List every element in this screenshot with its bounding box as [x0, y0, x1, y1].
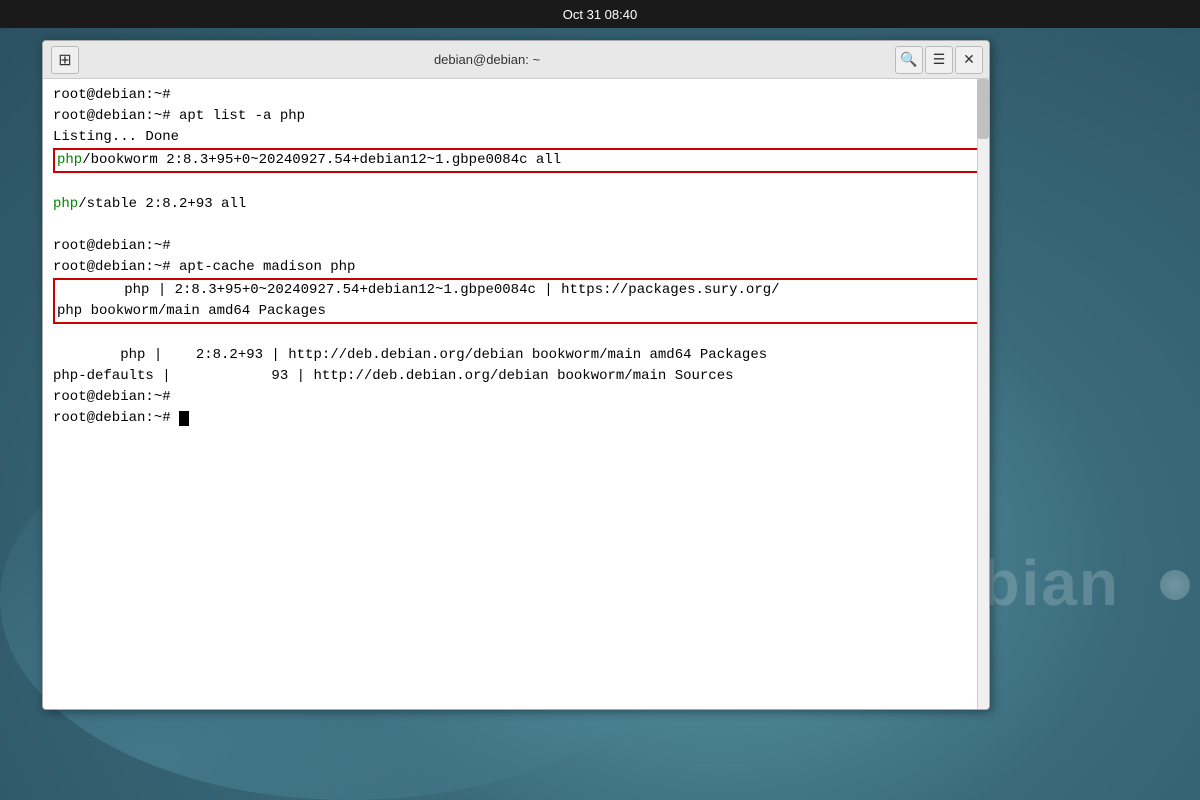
decorative-circle — [1160, 570, 1190, 600]
terminal-output: root@debian:~# root@debian:~# apt list -… — [53, 85, 979, 429]
search-button[interactable]: 🔍 — [895, 46, 923, 74]
terminal-content[interactable]: root@debian:~# root@debian:~# apt list -… — [43, 79, 989, 709]
terminal-title: debian@debian: ~ — [79, 52, 895, 67]
terminal-scrollbar[interactable] — [977, 79, 989, 709]
terminal-window: ⊞ debian@debian: ~ 🔍 ☰ ✕ root@debian:~# … — [42, 40, 990, 710]
titlebar-buttons: 🔍 ☰ ✕ — [895, 46, 983, 74]
line-1: root@debian:~# root@debian:~# apt list -… — [53, 87, 305, 145]
taskbar-time: Oct 31 08:40 — [563, 7, 637, 22]
highlighted-line-php-bookworm: php/bookworm 2:8.3+95+0~20240927.54+debi… — [53, 148, 979, 173]
close-button[interactable]: ✕ — [955, 46, 983, 74]
taskbar: Oct 31 08:40 — [0, 0, 1200, 28]
new-tab-button[interactable]: ⊞ — [51, 46, 79, 74]
line-madison4: php-defaults | 93 | http://deb.debian.or… — [53, 368, 734, 384]
line-prompt2: root@debian:~# root@debian:~# apt-cache … — [53, 238, 355, 275]
menu-button[interactable]: ☰ — [925, 46, 953, 74]
line-madison3: php | 2:8.2+93 | http://deb.debian.org/d… — [53, 347, 767, 363]
scrollbar-thumb[interactable] — [977, 79, 989, 139]
line-prompt3: root@debian:~# — [53, 389, 171, 405]
terminal-titlebar: ⊞ debian@debian: ~ 🔍 ☰ ✕ — [43, 41, 989, 79]
highlighted-madison-block: php | 2:8.3+95+0~20240927.54+debian12~1.… — [53, 278, 979, 324]
line-prompt4: root@debian:~# — [53, 410, 189, 426]
line-php-stable: php/stable 2:8.2+93 all — [53, 196, 246, 212]
cursor — [179, 411, 189, 426]
